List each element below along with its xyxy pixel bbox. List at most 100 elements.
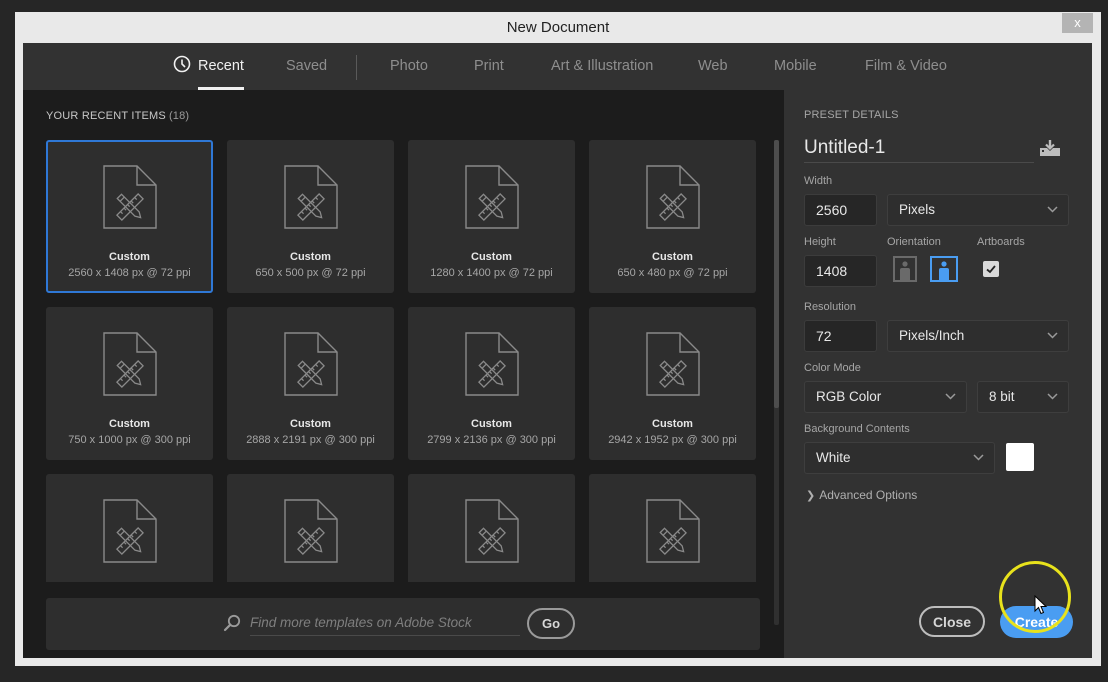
recent-items-heading: YOUR RECENT ITEMS (18): [46, 110, 189, 122]
recent-item-name: Custom: [471, 251, 512, 263]
artboards-label: Artboards: [977, 236, 1025, 248]
tab-photo[interactable]: Photo: [390, 43, 428, 90]
recent-item-card[interactable]: [589, 474, 756, 582]
window-close-button[interactable]: x: [1062, 13, 1093, 33]
tab-divider: [356, 55, 357, 80]
resolution-label: Resolution: [804, 301, 856, 313]
chevron-down-icon: [945, 393, 956, 400]
go-button[interactable]: Go: [527, 608, 575, 639]
recent-items-title: YOUR RECENT ITEMS: [46, 110, 166, 122]
recent-items-count: (18): [168, 110, 190, 122]
document-template-icon: [103, 165, 157, 229]
width-label: Width: [804, 175, 833, 187]
recent-item-name: Custom: [109, 251, 150, 263]
bit-depth-value: 8 bit: [989, 389, 1015, 404]
resolution-input[interactable]: [804, 320, 877, 352]
background-contents-select[interactable]: White: [804, 442, 995, 474]
recent-item-card[interactable]: [46, 474, 213, 582]
category-tabs: Recent Saved Photo Print Art & Illustrat…: [23, 43, 1092, 90]
advanced-options-label: Advanced Options: [819, 488, 918, 502]
scrollbar-thumb[interactable]: [774, 140, 779, 408]
close-button[interactable]: Close: [919, 606, 985, 637]
preset-details-heading: PRESET DETAILS: [804, 109, 899, 121]
chevron-down-icon: [1047, 332, 1058, 339]
tab-recent[interactable]: Recent: [173, 43, 244, 90]
document-template-icon: [103, 332, 157, 396]
recent-item-card[interactable]: Custom 1280 x 1400 px @ 72 ppi: [408, 140, 575, 293]
clock-icon: [173, 55, 191, 73]
portrait-orientation-icon[interactable]: [893, 256, 917, 282]
document-template-icon: [284, 165, 338, 229]
recent-item-name: Custom: [109, 418, 150, 430]
document-template-icon: [284, 332, 338, 396]
chevron-down-icon: [973, 454, 984, 461]
width-unit-value: Pixels: [899, 202, 936, 217]
recent-item-card[interactable]: [408, 474, 575, 582]
recent-item-card[interactable]: Custom 2942 x 1952 px @ 300 ppi: [589, 307, 756, 460]
orientation-label: Orientation: [887, 236, 941, 248]
document-template-icon: [465, 499, 519, 563]
color-mode-select[interactable]: RGB Color: [804, 381, 967, 413]
recent-item-name: Custom: [471, 418, 512, 430]
recent-item-card[interactable]: Custom 2888 x 2191 px @ 300 ppi: [227, 307, 394, 460]
recent-item-name: Custom: [652, 418, 693, 430]
color-mode-value: RGB Color: [816, 389, 882, 404]
recent-item-card[interactable]: [227, 474, 394, 582]
recent-item-dimensions: 2888 x 2191 px @ 300 ppi: [246, 434, 375, 446]
width-unit-select[interactable]: Pixels: [887, 194, 1069, 226]
document-template-icon: [465, 332, 519, 396]
chevron-down-icon: [1047, 206, 1058, 213]
recent-items-grid: Custom 2560 x 1408 px @ 72 ppi Custom 650 x…: [46, 140, 758, 582]
landscape-orientation-icon[interactable]: [930, 256, 958, 282]
recent-items-panel: YOUR RECENT ITEMS (18) Custom 2560 x 1408 …: [23, 90, 783, 658]
height-label: Height: [804, 236, 836, 248]
recent-item-dimensions: 650 x 500 px @ 72 ppi: [255, 267, 366, 279]
background-contents-label: Background Contents: [804, 423, 910, 435]
save-preset-icon[interactable]: [1039, 139, 1061, 157]
recent-item-dimensions: 2799 x 2136 px @ 300 ppi: [427, 434, 556, 446]
create-button[interactable]: Create: [1000, 606, 1073, 638]
tab-mobile[interactable]: Mobile: [774, 43, 817, 90]
tab-recent-label: Recent: [198, 58, 244, 74]
recent-item-dimensions: 2942 x 1952 px @ 300 ppi: [608, 434, 737, 446]
recent-item-dimensions: 750 x 1000 px @ 300 ppi: [68, 434, 191, 446]
document-template-icon: [646, 165, 700, 229]
adobe-stock-search-bar: Go: [46, 598, 760, 650]
chevron-right-icon: ❯: [806, 490, 816, 502]
checkmark-icon: [986, 265, 996, 274]
width-input[interactable]: [804, 194, 877, 226]
tab-art-illustration[interactable]: Art & Illustration: [551, 43, 653, 90]
chevron-down-icon: [1047, 393, 1058, 400]
resolution-unit-value: Pixels/Inch: [899, 328, 965, 343]
search-icon: [223, 614, 241, 632]
height-input[interactable]: [804, 255, 877, 287]
recent-item-card[interactable]: Custom 2799 x 2136 px @ 300 ppi: [408, 307, 575, 460]
new-document-window: New Document x Recent Saved Photo Print …: [15, 12, 1101, 666]
document-template-icon: [646, 499, 700, 563]
preset-details-panel: PRESET DETAILS Width Pixels Height Orien…: [784, 90, 1092, 658]
tab-film-video[interactable]: Film & Video: [865, 43, 947, 90]
recent-item-card[interactable]: Custom 650 x 500 px @ 72 ppi: [227, 140, 394, 293]
document-name-input[interactable]: [804, 133, 1034, 163]
resolution-unit-select[interactable]: Pixels/Inch: [887, 320, 1069, 352]
background-contents-value: White: [816, 450, 851, 465]
artboards-checkbox[interactable]: [983, 261, 999, 277]
window-title: New Document: [506, 19, 610, 36]
advanced-options-toggle[interactable]: ❯ Advanced Options: [806, 488, 917, 502]
document-template-icon: [465, 165, 519, 229]
tab-saved[interactable]: Saved: [286, 43, 327, 90]
recent-item-dimensions: 650 x 480 px @ 72 ppi: [617, 267, 728, 279]
color-mode-label: Color Mode: [804, 362, 861, 374]
stock-search-input[interactable]: [250, 610, 520, 636]
scrollbar[interactable]: [774, 140, 779, 625]
new-document-dialog: Recent Saved Photo Print Art & Illustrat…: [23, 43, 1092, 658]
document-template-icon: [646, 332, 700, 396]
recent-item-card[interactable]: Custom 750 x 1000 px @ 300 ppi: [46, 307, 213, 460]
background-color-swatch[interactable]: [1006, 443, 1034, 471]
tab-print[interactable]: Print: [474, 43, 504, 90]
bit-depth-select[interactable]: 8 bit: [977, 381, 1069, 413]
tab-web[interactable]: Web: [698, 43, 728, 90]
recent-item-card[interactable]: Custom 650 x 480 px @ 72 ppi: [589, 140, 756, 293]
document-template-icon: [284, 499, 338, 563]
recent-item-card[interactable]: Custom 2560 x 1408 px @ 72 ppi: [46, 140, 213, 293]
